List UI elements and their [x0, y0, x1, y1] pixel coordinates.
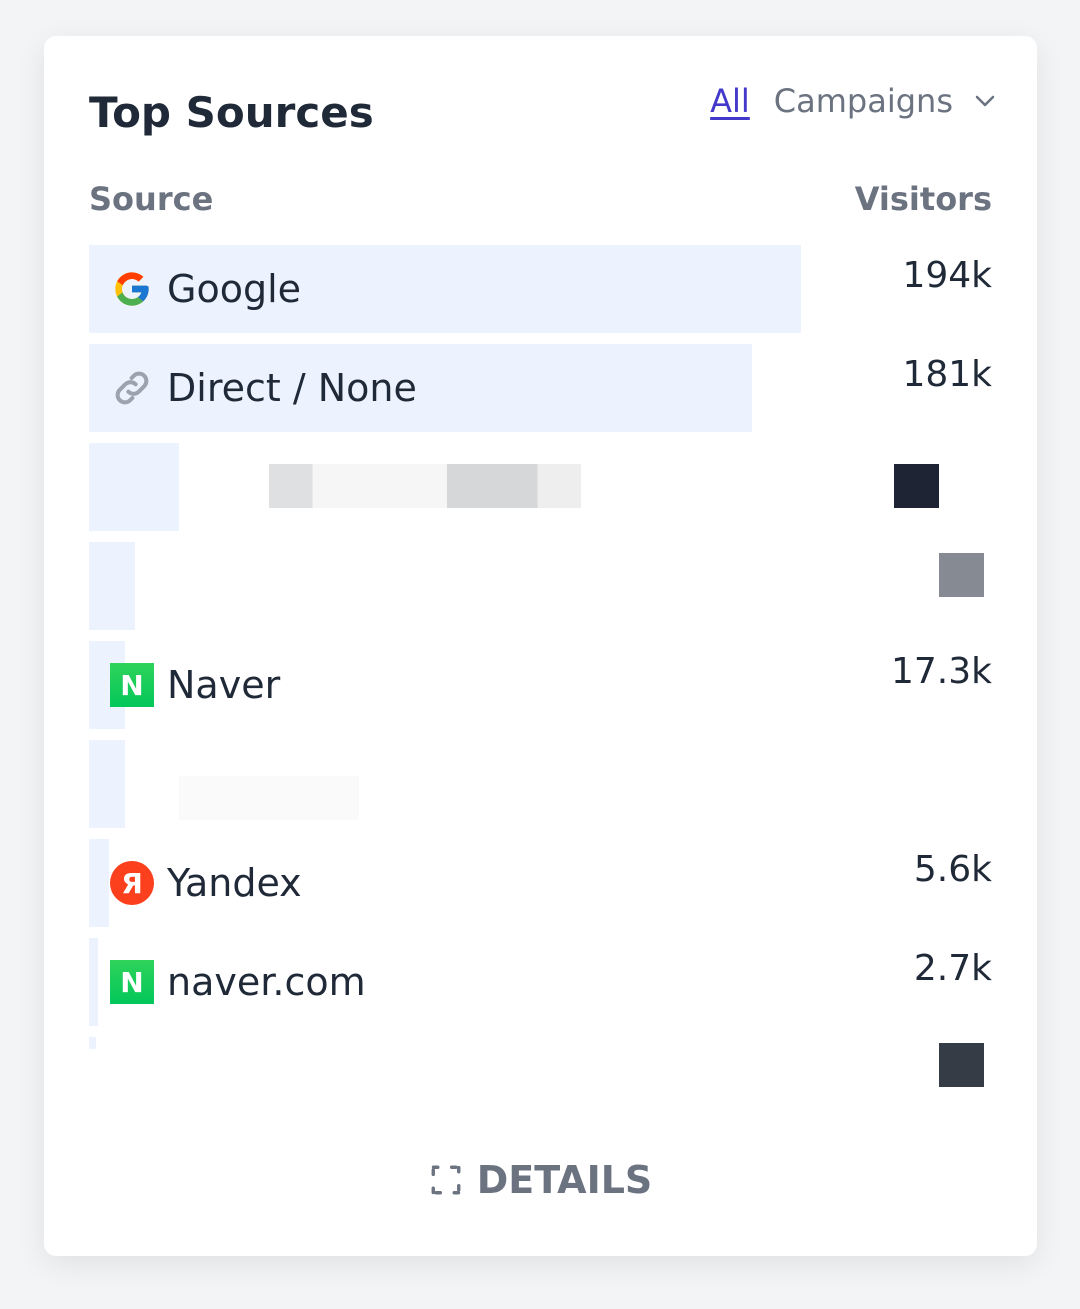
chevron-down-icon: [975, 95, 995, 107]
share-bar: [89, 839, 109, 927]
source-row-redacted[interactable]: [89, 542, 992, 630]
source-row-redacted[interactable]: [89, 740, 992, 828]
redacted-value: [939, 553, 984, 597]
tab-campaigns-label: Campaigns: [773, 82, 953, 120]
source-row-redacted[interactable]: [89, 1037, 992, 1125]
visitor-count: 2.7k: [913, 948, 992, 989]
tab-all[interactable]: All: [710, 82, 750, 120]
visitor-count: 181k: [902, 354, 992, 395]
google-icon: [109, 266, 155, 312]
source-label: Naver: [167, 663, 281, 707]
share-bar: [89, 938, 98, 1026]
source-row-naver-com[interactable]: N naver.com 2.7k: [89, 938, 992, 1026]
naver-icon: N: [109, 959, 155, 1005]
card-title: Top Sources: [89, 88, 374, 137]
redacted-value: [939, 1043, 984, 1087]
column-header-source: Source: [89, 180, 214, 218]
redacted-label: [269, 464, 581, 508]
visitor-count: 5.6k: [913, 849, 992, 890]
top-sources-card: Top Sources All Campaigns Source Visitor…: [44, 36, 1037, 1256]
visitor-count: 17.3k: [890, 651, 992, 692]
source-row-yandex[interactable]: Я Yandex 5.6k: [89, 839, 992, 927]
source-list: Google 194k Direct / None 181k N Naver 1…: [89, 245, 992, 1136]
source-label: Yandex: [167, 861, 302, 905]
expand-icon: [431, 1165, 461, 1195]
details-button[interactable]: DETAILS: [44, 1158, 1037, 1202]
visitor-count: 194k: [902, 255, 992, 296]
details-label: DETAILS: [476, 1158, 653, 1202]
source-row-redacted[interactable]: [89, 443, 992, 531]
tab-group: All Campaigns: [710, 82, 997, 120]
link-icon: [109, 365, 155, 411]
share-bar: [89, 443, 179, 531]
share-bar: [89, 740, 125, 828]
yandex-icon: Я: [109, 860, 155, 906]
source-label: naver.com: [167, 960, 366, 1004]
redacted-label: [179, 776, 359, 820]
source-row-direct[interactable]: Direct / None 181k: [89, 344, 992, 432]
source-label: Direct / None: [167, 366, 417, 410]
redacted-value: [894, 464, 939, 508]
share-bar: [89, 542, 135, 630]
tab-campaigns[interactable]: Campaigns: [774, 82, 997, 120]
source-label: Google: [167, 267, 302, 311]
share-bar: [89, 1037, 96, 1049]
source-row-google[interactable]: Google 194k: [89, 245, 992, 333]
naver-icon: N: [109, 662, 155, 708]
column-header-visitors: Visitors: [854, 180, 992, 218]
source-row-naver[interactable]: N Naver 17.3k: [89, 641, 992, 729]
